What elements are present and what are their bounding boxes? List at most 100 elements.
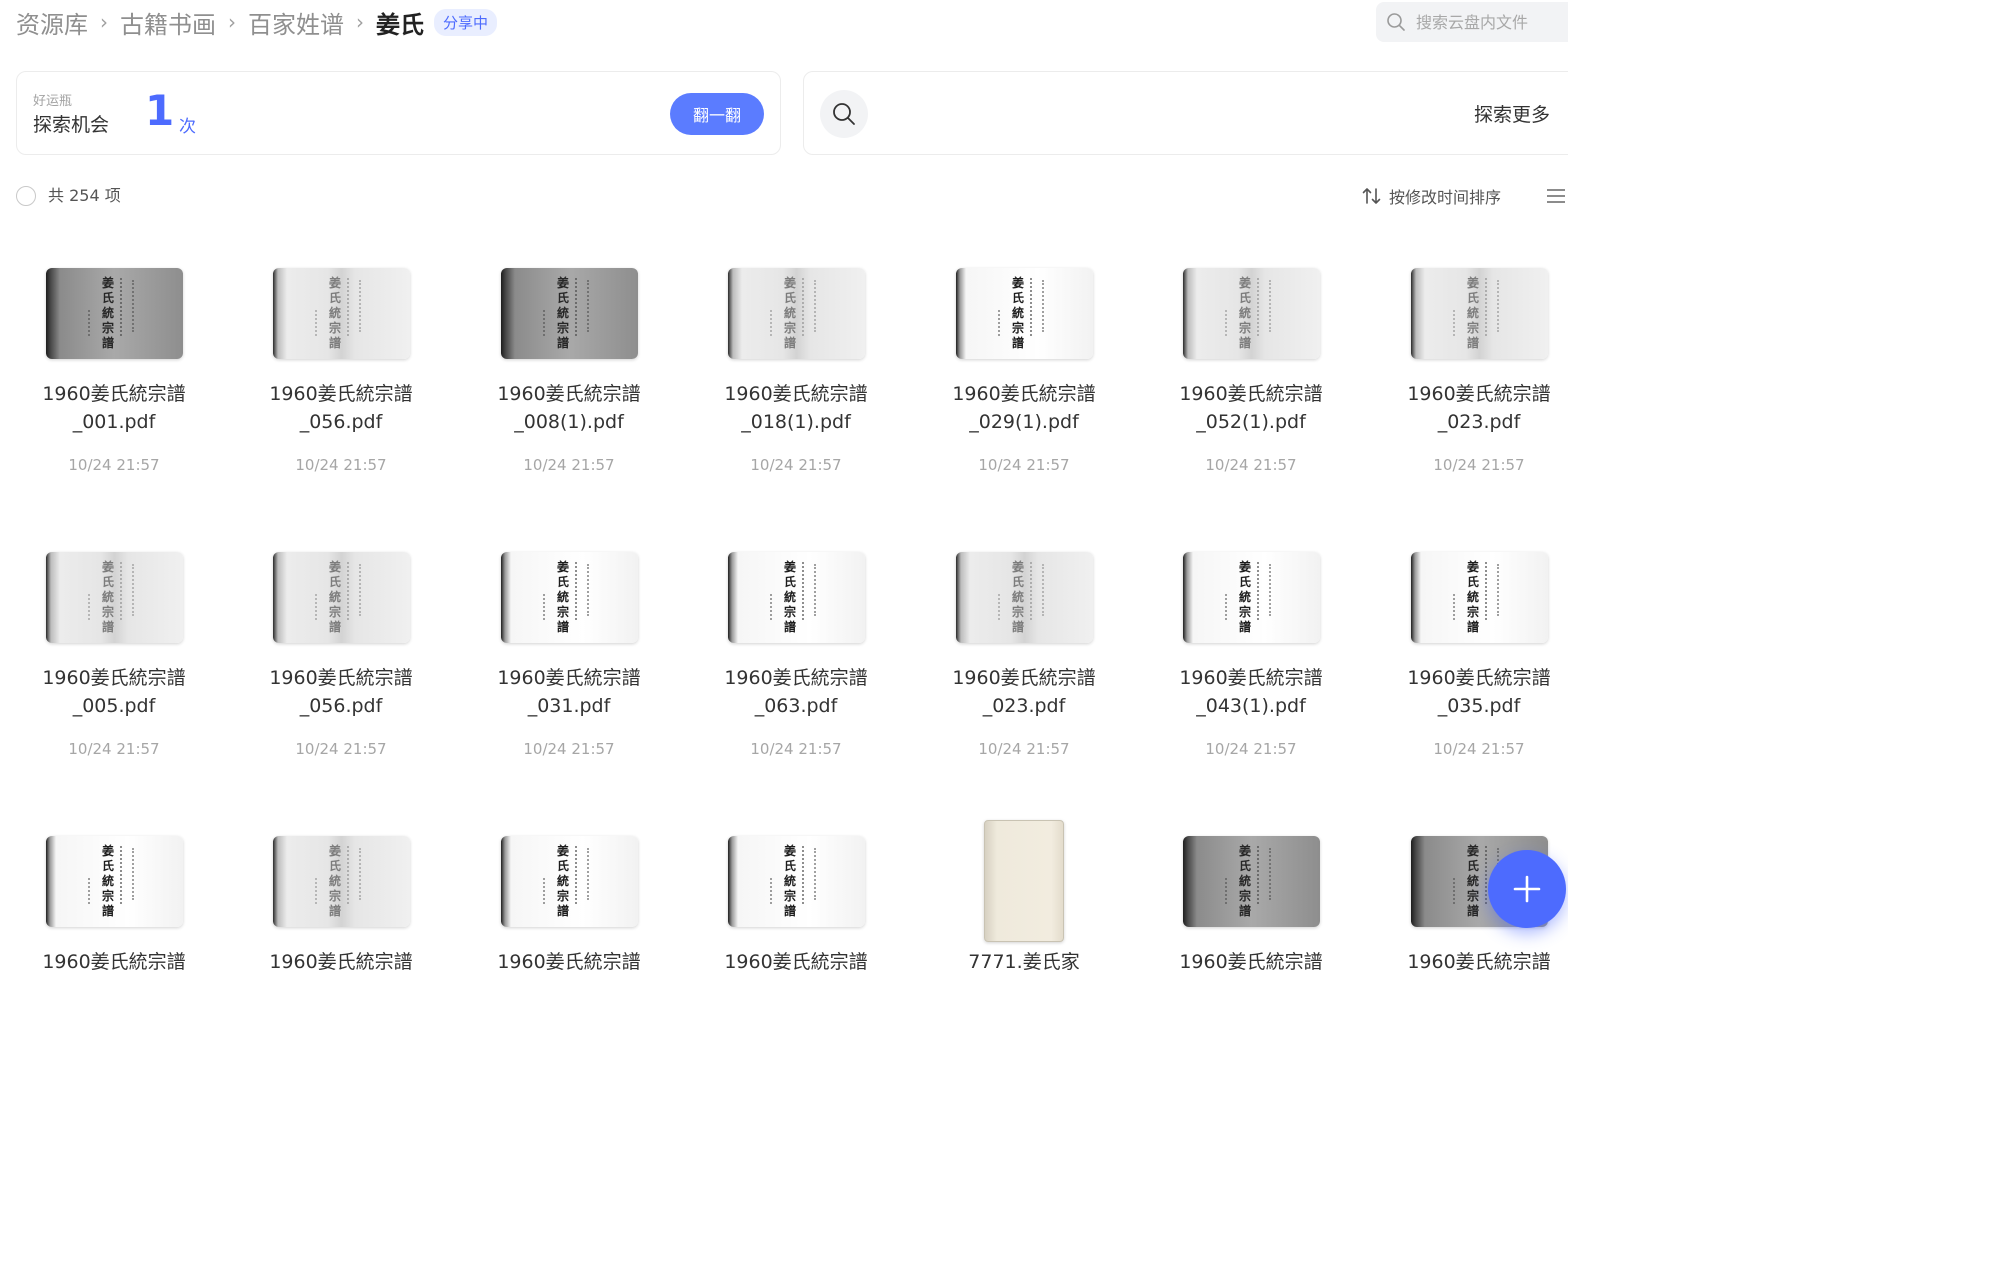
thumbnail-inscription bbox=[314, 877, 323, 904]
file-item[interactable]: 姜氏統宗譜 1960姜氏統宗譜 _056.pdf 10/24 21:57 bbox=[227, 238, 455, 508]
thumbnail-calligraphy: 姜氏統宗譜 bbox=[101, 843, 114, 918]
pdf-thumbnail[interactable]: 姜氏統宗譜 bbox=[272, 551, 410, 643]
file-name[interactable]: 1960姜氏統宗譜 _052(1).pdf bbox=[1137, 380, 1365, 436]
pdf-thumbnail[interactable]: 姜氏統宗譜 bbox=[727, 551, 865, 643]
file-item[interactable]: 姜氏統宗譜 1960姜氏統宗譜 bbox=[455, 806, 683, 992]
pdf-thumbnail[interactable]: 姜氏統宗譜 bbox=[272, 835, 410, 927]
thumbnail-calligraphy: 姜氏統宗譜 bbox=[556, 843, 569, 918]
file-name[interactable]: 1960姜氏統宗譜 bbox=[682, 948, 910, 976]
file-item[interactable]: 姜氏統宗譜 1960姜氏統宗譜 _001.pdf 10/24 21:57 bbox=[0, 238, 228, 508]
file-name-line: _029(1).pdf bbox=[969, 411, 1079, 433]
file-name-line: _063.pdf bbox=[754, 695, 838, 717]
file-name[interactable]: 1960姜氏統宗譜 _023.pdf bbox=[910, 664, 1138, 720]
file-item[interactable]: 姜氏統宗譜 1960姜氏統宗譜 bbox=[0, 806, 228, 992]
pdf-thumbnail[interactable]: 姜氏統宗譜 bbox=[1410, 267, 1548, 359]
file-modified-date: 10/24 21:57 bbox=[978, 740, 1070, 758]
file-item[interactable]: 姜氏統宗譜 1960姜氏統宗譜 bbox=[227, 806, 455, 992]
thumbnail-inscription bbox=[1224, 593, 1233, 620]
thumbnail-inscription bbox=[1452, 309, 1461, 336]
file-name[interactable]: 1960姜氏統宗譜 _056.pdf bbox=[227, 380, 455, 436]
file-name-line: 1960姜氏統宗譜 bbox=[724, 667, 868, 689]
file-name-line: 1960姜氏統宗譜 bbox=[952, 667, 1096, 689]
thumbnail-inscription bbox=[801, 845, 811, 904]
pdf-thumbnail[interactable]: 姜氏統宗譜 bbox=[955, 551, 1093, 643]
file-thumbnail-wrapper: 姜氏統宗譜 bbox=[1365, 238, 1568, 388]
add-file-button[interactable] bbox=[1488, 850, 1566, 928]
thumbnail-calligraphy: 姜氏統宗譜 bbox=[1466, 275, 1479, 350]
file-item[interactable]: 姜氏統宗譜 1960姜氏統宗譜 _018(1).pdf 10/24 21:57 bbox=[682, 238, 910, 508]
file-item[interactable]: 姜氏統宗譜 1960姜氏統宗譜 _029(1).pdf 10/24 21:57 bbox=[910, 238, 1138, 508]
thumbnail-inscription bbox=[1496, 563, 1506, 616]
book-cover-thumbnail[interactable] bbox=[984, 820, 1064, 942]
pdf-thumbnail[interactable]: 姜氏統宗譜 bbox=[727, 835, 865, 927]
file-name[interactable]: 1960姜氏統宗譜 _018(1).pdf bbox=[682, 380, 910, 436]
file-name[interactable]: 1960姜氏統宗譜 bbox=[0, 948, 228, 976]
file-item[interactable]: 姜氏統宗譜 1960姜氏統宗譜 _031.pdf 10/24 21:57 bbox=[455, 522, 683, 792]
pdf-thumbnail[interactable]: 姜氏統宗譜 bbox=[1182, 267, 1320, 359]
thumbnail-inscription bbox=[1484, 561, 1494, 620]
file-item[interactable]: 姜氏統宗譜 1960姜氏統宗譜 _063.pdf 10/24 21:57 bbox=[682, 522, 910, 792]
file-thumbnail-wrapper: 姜氏統宗譜 bbox=[455, 238, 683, 388]
pdf-thumbnail[interactable]: 姜氏統宗譜 bbox=[45, 835, 183, 927]
file-name[interactable]: 1960姜氏統宗譜 bbox=[227, 948, 455, 976]
pdf-thumbnail[interactable]: 姜氏統宗譜 bbox=[955, 267, 1093, 359]
file-item[interactable]: 姜氏統宗譜 1960姜氏統宗譜 _008(1).pdf 10/24 21:57 bbox=[455, 238, 683, 508]
pdf-thumbnail[interactable]: 姜氏統宗譜 bbox=[45, 551, 183, 643]
file-item[interactable]: 7771.姜氏家 bbox=[910, 806, 1138, 992]
file-name[interactable]: 1960姜氏統宗譜 _008(1).pdf bbox=[455, 380, 683, 436]
pdf-thumbnail[interactable]: 姜氏統宗譜 bbox=[500, 835, 638, 927]
file-name[interactable]: 1960姜氏統宗譜 _043(1).pdf bbox=[1137, 664, 1365, 720]
thumbnail-calligraphy: 姜氏統宗譜 bbox=[1011, 275, 1024, 350]
file-name-line: 7771.姜氏家 bbox=[968, 951, 1080, 973]
file-name[interactable]: 1960姜氏統宗譜 _023.pdf bbox=[1365, 380, 1568, 436]
file-item[interactable]: 姜氏統宗譜 1960姜氏統宗譜 _023.pdf 10/24 21:57 bbox=[910, 522, 1138, 792]
pdf-thumbnail[interactable]: 姜氏統宗譜 bbox=[727, 267, 865, 359]
file-item[interactable]: 姜氏統宗譜 1960姜氏統宗譜 _056.pdf 10/24 21:57 bbox=[227, 522, 455, 792]
file-item[interactable]: 姜氏統宗譜 1960姜氏統宗譜 _043(1).pdf 10/24 21:57 bbox=[1137, 522, 1365, 792]
file-name[interactable]: 1960姜氏統宗譜 bbox=[1137, 948, 1365, 976]
pdf-thumbnail[interactable]: 姜氏統宗譜 bbox=[500, 267, 638, 359]
file-item[interactable]: 姜氏統宗譜 1960姜氏統宗譜 _023.pdf 10/24 21:57 bbox=[1365, 238, 1568, 508]
file-name[interactable]: 1960姜氏統宗譜 _035.pdf bbox=[1365, 664, 1568, 720]
file-name[interactable]: 1960姜氏統宗譜 bbox=[1365, 948, 1568, 976]
thumbnail-inscription bbox=[1256, 845, 1266, 904]
thumbnail-inscription bbox=[1224, 877, 1233, 904]
thumbnail-inscription bbox=[346, 277, 356, 336]
file-name[interactable]: 1960姜氏統宗譜 bbox=[455, 948, 683, 976]
file-name-line: 1960姜氏統宗譜 bbox=[497, 951, 641, 973]
thumbnail-inscription bbox=[769, 593, 778, 620]
file-name[interactable]: 1960姜氏統宗譜 _005.pdf bbox=[0, 664, 228, 720]
thumbnail-inscription bbox=[131, 847, 141, 900]
thumbnail-calligraphy: 姜氏統宗譜 bbox=[328, 559, 341, 634]
file-item[interactable]: 姜氏統宗譜 1960姜氏統宗譜 _035.pdf 10/24 21:57 bbox=[1365, 522, 1568, 792]
thumbnail-inscription bbox=[1496, 279, 1506, 332]
file-modified-date: 10/24 21:57 bbox=[523, 456, 615, 474]
pdf-thumbnail[interactable]: 姜氏統宗譜 bbox=[1182, 551, 1320, 643]
pdf-thumbnail[interactable]: 姜氏統宗譜 bbox=[500, 551, 638, 643]
pdf-thumbnail[interactable]: 姜氏統宗譜 bbox=[1410, 551, 1548, 643]
pdf-thumbnail[interactable]: 姜氏統宗譜 bbox=[272, 267, 410, 359]
file-name[interactable]: 1960姜氏統宗譜 _031.pdf bbox=[455, 664, 683, 720]
file-name[interactable]: 1960姜氏統宗譜 _001.pdf bbox=[0, 380, 228, 436]
file-thumbnail-wrapper: 姜氏統宗譜 bbox=[682, 238, 910, 388]
thumbnail-inscription bbox=[586, 563, 596, 616]
file-name[interactable]: 1960姜氏統宗譜 _056.pdf bbox=[227, 664, 455, 720]
pdf-thumbnail[interactable]: 姜氏統宗譜 bbox=[45, 267, 183, 359]
file-name-line: 1960姜氏統宗譜 bbox=[724, 951, 868, 973]
file-name[interactable]: 1960姜氏統宗譜 _063.pdf bbox=[682, 664, 910, 720]
file-item[interactable]: 姜氏統宗譜 1960姜氏統宗譜 bbox=[1137, 806, 1365, 992]
file-item[interactable]: 姜氏統宗譜 1960姜氏統宗譜 _005.pdf 10/24 21:57 bbox=[0, 522, 228, 792]
file-name[interactable]: 1960姜氏統宗譜 _029(1).pdf bbox=[910, 380, 1138, 436]
file-item[interactable]: 姜氏統宗譜 1960姜氏統宗譜 bbox=[682, 806, 910, 992]
file-thumbnail-wrapper: 姜氏統宗譜 bbox=[0, 522, 228, 672]
thumbnail-inscription bbox=[1484, 277, 1494, 336]
file-name-line: _008(1).pdf bbox=[514, 411, 624, 433]
file-name-line: 1960姜氏統宗譜 bbox=[1407, 951, 1551, 973]
thumbnail-calligraphy: 姜氏統宗譜 bbox=[783, 559, 796, 634]
pdf-thumbnail[interactable]: 姜氏統宗譜 bbox=[1182, 835, 1320, 927]
file-item[interactable]: 姜氏統宗譜 1960姜氏統宗譜 _052(1).pdf 10/24 21:57 bbox=[1137, 238, 1365, 508]
file-name[interactable]: 7771.姜氏家 bbox=[910, 948, 1138, 976]
thumbnail-inscription bbox=[769, 309, 778, 336]
thumbnail-calligraphy: 姜氏統宗譜 bbox=[1011, 559, 1024, 634]
file-name-line: 1960姜氏統宗譜 bbox=[1407, 667, 1551, 689]
